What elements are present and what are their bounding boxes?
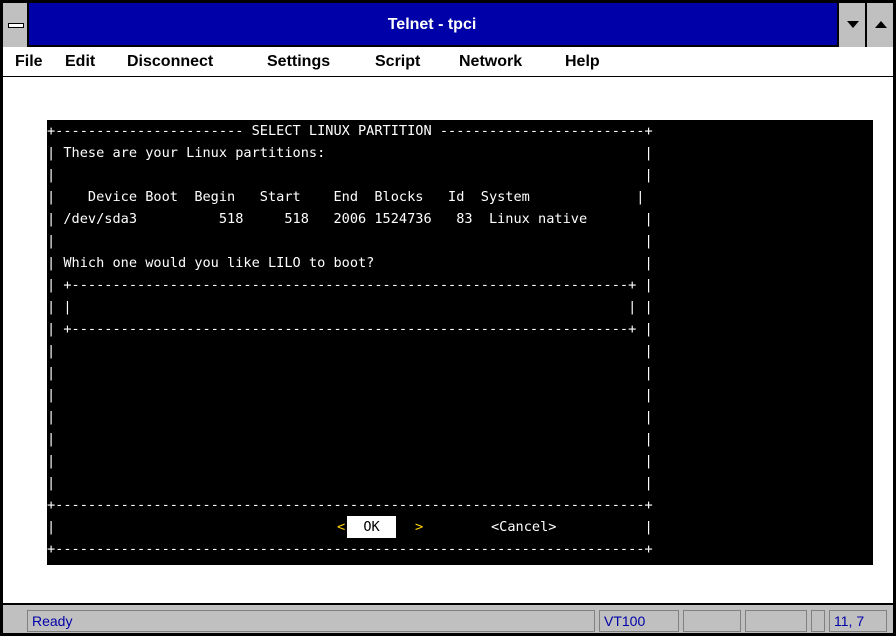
- maximize-icon: [875, 21, 887, 28]
- blank-line: | |: [47, 387, 653, 403]
- telnet-window: Telnet - tpci File Edit Disconnect Setti…: [0, 0, 896, 636]
- menu-file[interactable]: File: [15, 47, 43, 77]
- title-bar[interactable]: Telnet - tpci: [3, 3, 893, 47]
- system-menu-button[interactable]: [3, 3, 29, 47]
- boot-question: | Which one would you like LILO to boot?…: [47, 255, 653, 271]
- status-emulation: VT100: [599, 610, 679, 632]
- maximize-button[interactable]: [865, 3, 893, 47]
- blank-line: | |: [47, 167, 653, 183]
- menu-edit[interactable]: Edit: [65, 47, 95, 77]
- window-title: Telnet - tpci: [387, 16, 477, 33]
- status-cursor-position: 11, 7: [829, 610, 887, 632]
- input-box-bottom: | +-------------------------------------…: [47, 321, 653, 337]
- blank-line: | |: [47, 233, 653, 249]
- partition-input-field[interactable]: | | | |: [47, 296, 873, 318]
- status-panel-empty-3: [811, 610, 825, 632]
- menu-bar: File Edit Disconnect Settings Script Net…: [3, 47, 893, 77]
- input-box-top: | +-------------------------------------…: [47, 277, 653, 293]
- menu-disconnect[interactable]: Disconnect: [127, 47, 213, 77]
- blank-line: | |: [47, 431, 653, 447]
- blank-line: | |: [47, 453, 653, 469]
- status-bar: Ready VT100 11, 7: [3, 603, 893, 633]
- menu-network[interactable]: Network: [459, 47, 522, 77]
- status-ready: Ready: [27, 610, 595, 632]
- menu-help[interactable]: Help: [565, 47, 600, 77]
- partition-table-header: | Device Boot Begin Start End Blocks Id …: [47, 189, 645, 205]
- button-row-frame: | |: [47, 519, 653, 535]
- cancel-button[interactable]: <Cancel>: [491, 516, 556, 538]
- menu-settings[interactable]: Settings: [267, 47, 330, 77]
- blank-line: | |: [47, 343, 653, 359]
- dialog-title-line: +----------------------- SELECT LINUX PA…: [47, 123, 653, 139]
- button-divider: +---------------------------------------…: [47, 497, 653, 513]
- blank-line: | |: [47, 409, 653, 425]
- status-panel-empty-1: [683, 610, 741, 632]
- terminal-screen[interactable]: +----------------------- SELECT LINUX PA…: [47, 120, 873, 565]
- ok-right-arrow: >: [415, 519, 424, 535]
- dialog-bottom-border: +---------------------------------------…: [47, 541, 653, 557]
- minimize-icon: [847, 21, 859, 28]
- minimize-button[interactable]: [837, 3, 865, 47]
- ok-left-arrow: <: [337, 519, 346, 535]
- menu-script[interactable]: Script: [375, 47, 420, 77]
- partitions-intro: | These are your Linux partitions: |: [47, 145, 653, 161]
- system-menu-icon: [8, 23, 24, 28]
- partition-row[interactable]: | /dev/sda3 518 518 2006 1524736 83 Linu…: [47, 208, 873, 230]
- status-panel-empty-2: [745, 610, 807, 632]
- blank-line: | |: [47, 475, 653, 491]
- blank-line: | |: [47, 365, 653, 381]
- ok-button[interactable]: OK: [347, 516, 397, 538]
